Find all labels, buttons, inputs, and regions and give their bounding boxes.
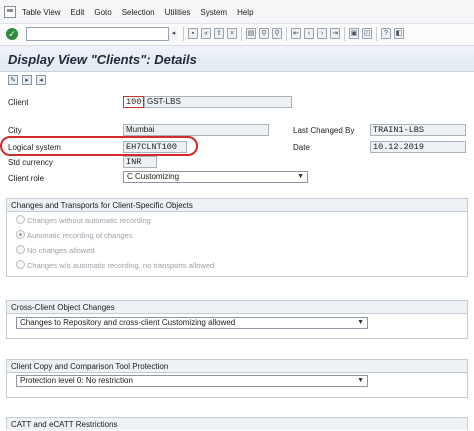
system-menu-icon[interactable]: [4, 6, 16, 18]
menu-system[interactable]: System: [200, 8, 227, 17]
previous-entry-icon[interactable]: ◂: [36, 75, 46, 85]
menu-items: Table View Edit Goto Selection Utilities…: [22, 8, 264, 17]
radio-changes-without-recording: Changes without automatic recording: [16, 215, 151, 225]
copy-protection-group-title: Client Copy and Comparison Tool Protecti…: [6, 359, 468, 372]
print-icon[interactable]: ▤: [246, 28, 256, 39]
enter-check-icon[interactable]: ✓: [6, 28, 18, 40]
cross-client-value: Changes to Repository and cross-client C…: [20, 318, 236, 327]
find-icon[interactable]: ⚲: [259, 28, 269, 39]
chevron-down-icon: ▼: [297, 173, 304, 180]
display-change-icon[interactable]: ✎: [8, 75, 18, 85]
menu-utilities[interactable]: Utilities: [165, 8, 191, 17]
help-icon[interactable]: ?: [381, 28, 391, 39]
menu-table-view[interactable]: Table View: [22, 8, 61, 17]
back-icon[interactable]: «: [201, 28, 211, 39]
last-changed-by-label: Last Changed By: [293, 126, 355, 135]
logical-system-field: EH7CLNT100: [123, 141, 187, 153]
menu-edit[interactable]: Edit: [71, 8, 85, 17]
radio-button-icon: [16, 215, 25, 224]
radio-label: No changes allowed: [27, 246, 95, 255]
customize-layout-icon[interactable]: ◧: [394, 28, 404, 39]
client-name-field: GST-LBS: [144, 96, 292, 108]
first-page-icon[interactable]: ⇤: [291, 28, 301, 39]
menu-selection[interactable]: Selection: [122, 8, 155, 17]
chevron-down-icon: ▼: [357, 319, 364, 326]
toolbar-separator: [183, 27, 184, 41]
save-icon[interactable]: ▪: [188, 28, 198, 39]
radio-button-icon: [16, 260, 25, 269]
cancel-icon[interactable]: ×: [227, 28, 237, 39]
toolbar-separator: [344, 27, 345, 41]
radio-button-icon: [16, 245, 25, 254]
radio-automatic-recording: Automatic recording of changes: [16, 230, 132, 240]
previous-page-icon[interactable]: ‹: [304, 28, 314, 39]
cross-client-group-title: Cross-Client Object Changes: [6, 300, 468, 313]
chevron-down-icon: ▼: [357, 377, 364, 384]
copy-protection-value: Protection level 0: No restriction: [20, 376, 133, 385]
toolbar-separator: [241, 27, 242, 41]
client-role-dropdown[interactable]: C Customizing ▼: [123, 171, 308, 183]
client-number-field[interactable]: 100: [123, 96, 144, 108]
next-page-icon[interactable]: ›: [317, 28, 327, 39]
menu-help[interactable]: Help: [237, 8, 253, 17]
page-title: Display View "Clients": Details: [8, 52, 197, 67]
radio-label: Changes without automatic recording: [27, 216, 151, 225]
date-field: 10.12.2019: [370, 141, 466, 153]
next-entry-icon[interactable]: ▸: [22, 75, 32, 85]
cross-client-dropdown[interactable]: Changes to Repository and cross-client C…: [16, 317, 368, 329]
city-field: Mumbai: [123, 124, 269, 136]
radio-button-selected-icon: [16, 230, 25, 239]
catt-group-title: CATT and eCATT Restrictions: [6, 417, 468, 430]
date-label: Date: [293, 143, 310, 152]
create-session-icon[interactable]: ▣: [349, 28, 359, 39]
logical-system-label: Logical system: [8, 143, 61, 152]
find-next-icon[interactable]: ⚲: [272, 28, 282, 39]
exit-icon[interactable]: ⇧: [214, 28, 224, 39]
client-label: Client: [8, 98, 29, 107]
city-label: City: [8, 126, 22, 135]
std-currency-field: INR: [123, 156, 157, 168]
radio-label: Automatic recording of changes: [27, 231, 133, 240]
toolbar-separator: [286, 27, 287, 41]
last-page-icon[interactable]: ⇥: [330, 28, 340, 39]
radio-no-changes: No changes allowed: [16, 245, 95, 255]
command-field[interactable]: [26, 27, 178, 41]
std-currency-label: Std currency: [8, 158, 53, 167]
toolbar-separator: [376, 27, 377, 41]
last-changed-by-field: TRAIN1-LBS: [370, 124, 466, 136]
command-history-icon[interactable]: ◂: [168, 27, 178, 41]
radio-no-transports: Changes w/o automatic recording, no tran…: [16, 260, 214, 270]
shortcut-icon[interactable]: ◰: [362, 28, 372, 39]
radio-label: Changes w/o automatic recording, no tran…: [27, 261, 215, 270]
client-role-value: C Customizing: [127, 172, 180, 181]
changes-group-title: Changes and Transports for Client-Specif…: [6, 198, 468, 211]
client-role-label: Client role: [8, 174, 45, 183]
menu-goto[interactable]: Goto: [94, 8, 111, 17]
copy-protection-dropdown[interactable]: Protection level 0: No restriction ▼: [16, 375, 368, 387]
